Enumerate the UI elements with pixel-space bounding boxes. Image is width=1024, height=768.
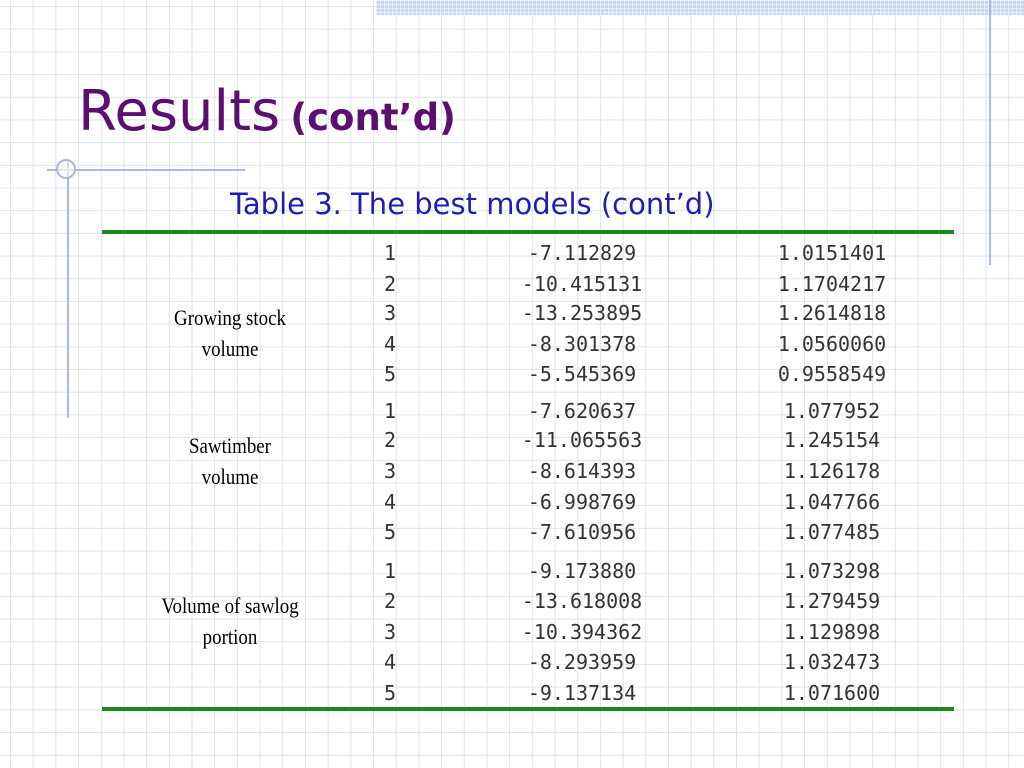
coefficient-cell: 1.0560060 [777, 332, 887, 356]
coefficient-cell: 0.9558549 [777, 362, 887, 386]
results-table: Growing stock volume 1 -7.112829 1.01514… [102, 230, 954, 711]
model-number-cell: 3 [384, 301, 397, 325]
intercept-cell: -8.614393 [527, 459, 637, 483]
model-number-cell: 1 [384, 559, 397, 583]
coefficient-cell: 1.2614818 [777, 301, 887, 325]
intercept-cell: -8.301378 [527, 332, 637, 356]
table-row: 4 -6.998769 1.047766 [102, 487, 954, 517]
decorative-title-underline [47, 169, 245, 171]
decorative-top-band [376, 0, 1024, 15]
coefficient-cell: 1.129898 [783, 620, 881, 644]
table-row: 1 -7.620637 1.077952 [102, 396, 954, 426]
model-number-cell: 2 [384, 272, 397, 296]
coefficient-cell: 1.245154 [783, 428, 881, 452]
coefficient-cell: 1.0151401 [777, 241, 887, 265]
intercept-cell: -10.394362 [521, 620, 643, 644]
intercept-cell: -7.610956 [527, 520, 637, 544]
table-row: 1 -9.173880 1.073298 [102, 556, 954, 586]
intercept-cell: -13.253895 [521, 301, 643, 325]
intercept-cell: -7.112829 [527, 241, 637, 265]
intercept-cell: -9.173880 [527, 559, 637, 583]
table-row: 3 -10.394362 1.129898 [102, 617, 954, 647]
coefficient-cell: 1.071600 [783, 681, 881, 705]
table-row: 3 -13.253895 1.2614818 [102, 298, 954, 328]
model-number-cell: 3 [384, 459, 397, 483]
coefficient-cell: 1.126178 [783, 459, 881, 483]
table-row: 5 -9.137134 1.071600 [102, 678, 954, 708]
model-number-cell: 5 [384, 681, 397, 705]
intercept-cell: -5.545369 [527, 362, 637, 386]
decorative-circle-icon [56, 159, 76, 179]
coefficient-cell: 1.279459 [783, 589, 881, 613]
model-number-cell: 2 [384, 589, 397, 613]
table-row: 2 -11.065563 1.245154 [102, 425, 954, 455]
coefficient-cell: 1.032473 [783, 650, 881, 674]
intercept-cell: -10.415131 [521, 272, 643, 296]
intercept-cell: -8.293959 [527, 650, 637, 674]
decorative-left-line [67, 160, 69, 418]
table-row: 5 -7.610956 1.077485 [102, 517, 954, 547]
table-caption: Table 3. The best models (cont’d) [230, 187, 715, 221]
model-number-cell: 5 [384, 520, 397, 544]
table-row: 4 -8.293959 1.032473 [102, 647, 954, 677]
coefficient-cell: 1.1704217 [777, 272, 887, 296]
coefficient-cell: 1.073298 [783, 559, 881, 583]
intercept-cell: -13.618008 [521, 589, 643, 613]
table-row: 4 -8.301378 1.0560060 [102, 329, 954, 359]
coefficient-cell: 1.047766 [783, 490, 881, 514]
coefficient-cell: 1.077485 [783, 520, 881, 544]
slide-title-main: Results [78, 79, 281, 144]
model-number-cell: 4 [384, 332, 397, 356]
table-row: 1 -7.112829 1.0151401 [102, 238, 954, 268]
model-number-cell: 1 [384, 241, 397, 265]
model-number-cell: 2 [384, 428, 397, 452]
table-row: 2 -13.618008 1.279459 [102, 586, 954, 616]
model-number-cell: 5 [384, 362, 397, 386]
model-number-cell: 3 [384, 620, 397, 644]
slide-title-suffix: (cont’d) [290, 96, 456, 139]
model-number-cell: 1 [384, 399, 397, 423]
slide-title: Results (cont’d) [78, 84, 456, 140]
table-row: 3 -8.614393 1.126178 [102, 456, 954, 486]
coefficient-cell: 1.077952 [783, 399, 881, 423]
decorative-right-line [989, 0, 991, 265]
model-number-cell: 4 [384, 650, 397, 674]
intercept-cell: -11.065563 [521, 428, 643, 452]
model-number-cell: 4 [384, 490, 397, 514]
intercept-cell: -9.137134 [527, 681, 637, 705]
intercept-cell: -7.620637 [527, 399, 637, 423]
table-row: 5 -5.545369 0.9558549 [102, 359, 954, 389]
table-row: 2 -10.415131 1.1704217 [102, 269, 954, 299]
intercept-cell: -6.998769 [527, 490, 637, 514]
